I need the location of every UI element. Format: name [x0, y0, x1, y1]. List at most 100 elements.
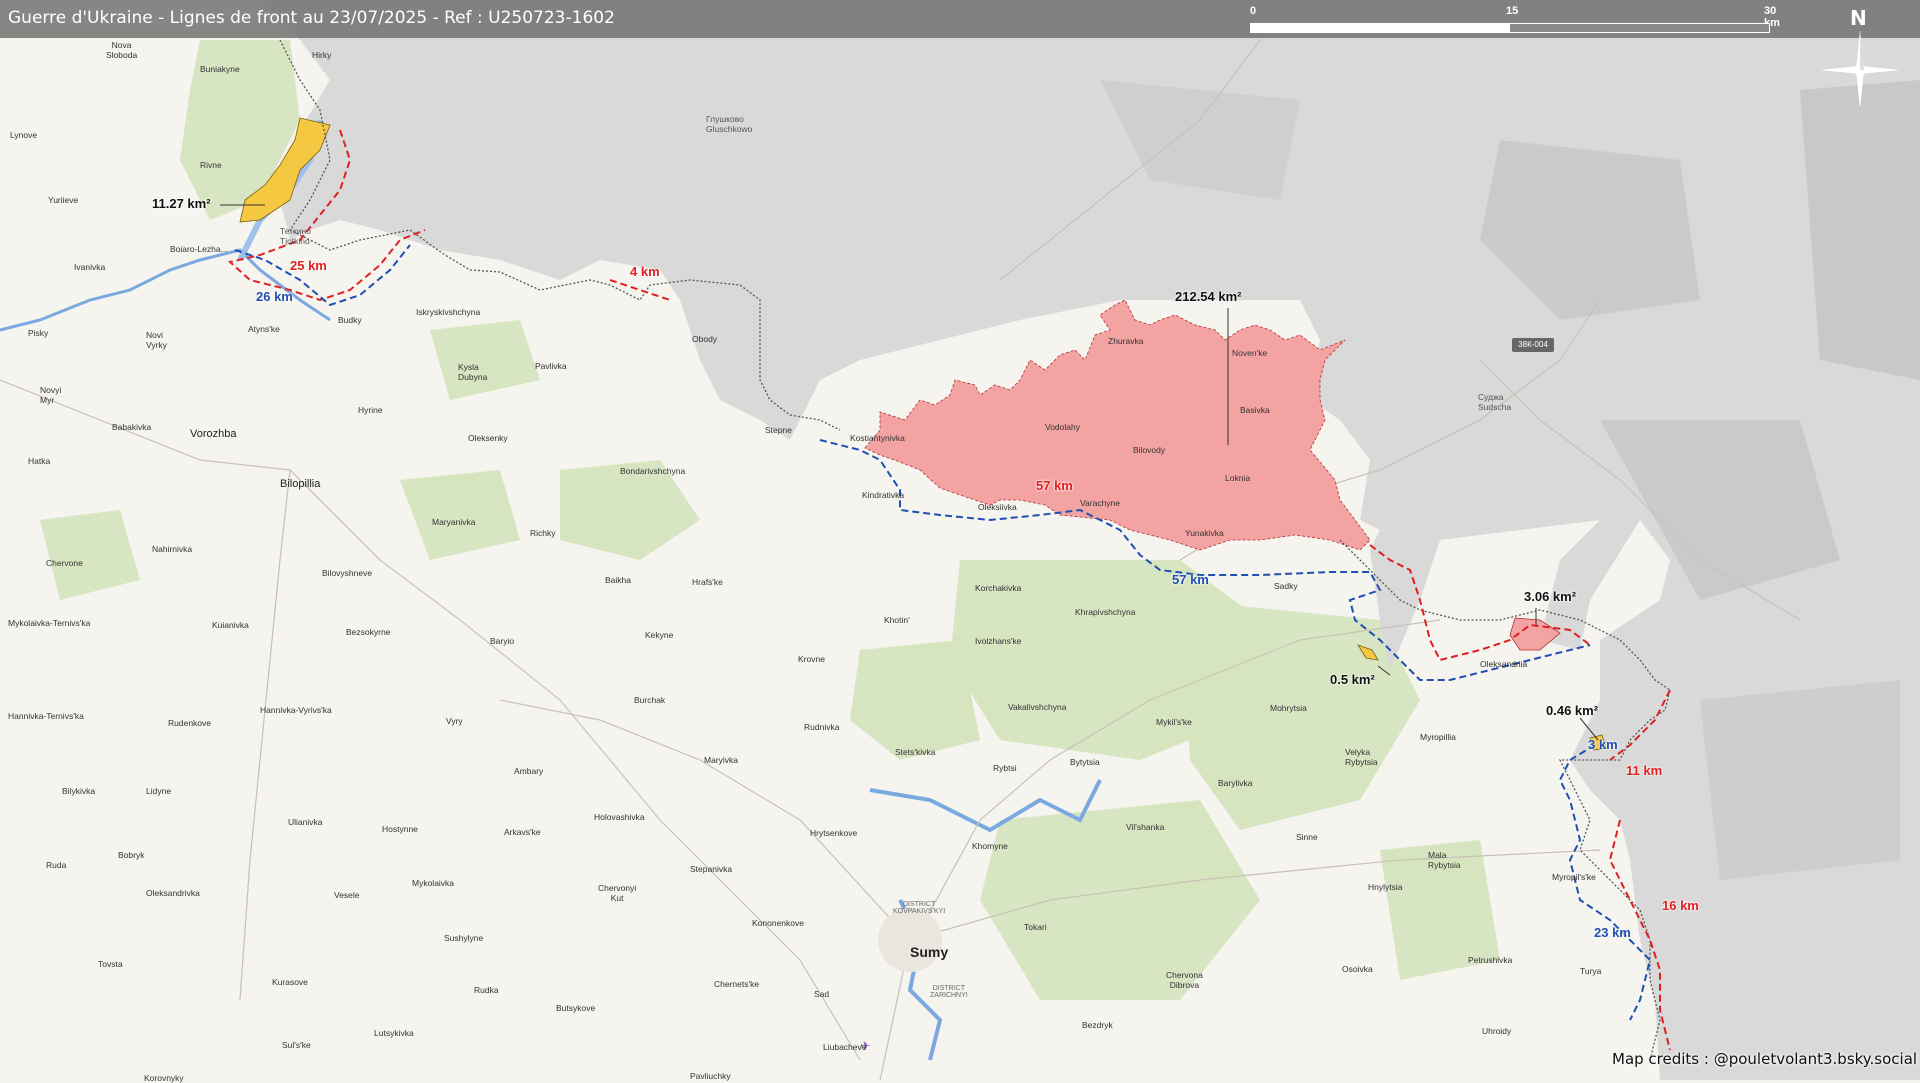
place-label: Obody [692, 334, 718, 344]
place-label: Hrytsenkove [810, 828, 858, 838]
map-canvas[interactable]: ✈ Nova Sloboda Hirky Buniakyne Lynove Ri… [0, 0, 1920, 1083]
district-label: DISTRICT ZARICHNYI [930, 985, 968, 999]
place-label: Kuianivka [212, 620, 249, 630]
place-label: Vyry [446, 716, 463, 726]
place-label: Tokari [1024, 922, 1047, 932]
place-label: Khotin' [884, 615, 910, 625]
sumy-urban-area [878, 908, 942, 972]
place-label: Zhuravka [1108, 336, 1144, 346]
distance-label: 26 km [256, 289, 293, 304]
distance-label: 11 km [1626, 763, 1663, 778]
place-label: Butsykove [556, 1003, 596, 1013]
place-label: Ulianivka [288, 817, 323, 827]
scale-label-0: 0 [1250, 5, 1257, 17]
place-label: Mykil's'ke [1156, 717, 1192, 727]
place-label: Ivanivka [74, 262, 106, 272]
place-label: Глушково Gluschkowo [706, 114, 753, 134]
place-label: Oleksiivka [978, 502, 1017, 512]
place-label: Hannivka-Vyrivs'ka [260, 705, 332, 715]
compass-rose-icon [1820, 30, 1900, 106]
distance-label: 16 km [1662, 898, 1699, 913]
place-label: Kononenkove [752, 918, 804, 928]
place-label: Novi Vyrky [146, 330, 167, 350]
place-label: Rudenkove [168, 718, 212, 728]
place-label: Rybtsi [993, 763, 1017, 773]
place-label: Kekyne [645, 630, 674, 640]
place-label: Chervona Dibrova [1166, 970, 1203, 990]
place-label: Korchakivka [975, 583, 1022, 593]
place-label: Kurasove [272, 977, 308, 987]
place-label: Rudka [474, 985, 499, 995]
place-label: Hrafs'ke [692, 577, 723, 587]
place-label: Varachyne [1080, 498, 1121, 508]
place-label: Lidyne [146, 786, 172, 796]
place-label: Atyns'ke [248, 324, 280, 334]
place-label: Khrapivshchyna [1075, 607, 1136, 617]
place-label: Ruda [46, 860, 67, 870]
place-label: Bezsokyrne [346, 627, 391, 637]
place-label: Stepne [765, 425, 792, 435]
distance-label: 3 km [1588, 737, 1618, 752]
place-label: Hirky [312, 50, 332, 60]
place-label: Теткино Tjotkino [280, 226, 311, 246]
place-label: Stepanivka [690, 864, 733, 874]
place-label: Vil'shanka [1126, 822, 1165, 832]
place-label: Chernets'ke [714, 979, 760, 989]
place-label: Richky [530, 528, 556, 538]
scale-outline [1250, 23, 1770, 33]
place-label: Bilovyshneve [322, 568, 373, 578]
place-label: Loknia [1225, 473, 1251, 483]
place-label: Nova Sloboda [106, 40, 138, 60]
place-label: Sul's'ke [282, 1040, 311, 1050]
map-credits: Map credits : @pouletvolant3.bsky.social [1612, 1050, 1918, 1068]
place-label: Oleksenky [468, 433, 508, 443]
area-label: 11.27 km² [152, 196, 211, 211]
place-label: Mala Rybytsia [1428, 850, 1461, 870]
place-label: Vodolahy [1045, 422, 1080, 432]
place-label: Osoivka [1342, 964, 1373, 974]
place-label: Lynove [10, 130, 38, 140]
place-label: Boiaro-Lezha... [170, 244, 228, 254]
place-label: Maryivka [704, 755, 739, 765]
place-label: Bobryk [118, 850, 145, 860]
distance-label: 23 km [1594, 925, 1631, 940]
area-label: 212.54 km² [1175, 289, 1242, 304]
place-label: Mykolaivka-Ternivs'ka [8, 618, 91, 628]
place-label: Hnylytsia [1368, 882, 1403, 892]
place-label: Oleksandriia [1480, 659, 1528, 669]
place-label: Ivolzhans'ke [975, 636, 1022, 646]
place-label: Ambary [514, 766, 544, 776]
place-label: Arkavs'ke [504, 827, 541, 837]
place-label: Babakivka [112, 422, 152, 432]
russia-forest [1700, 680, 1900, 880]
area-label: 3.06 km² [1524, 589, 1577, 604]
place-label: Liubacheve [823, 1042, 867, 1052]
place-label: Tovsta [98, 959, 123, 969]
place-label: Sad [814, 989, 830, 999]
place-label: Turya [1580, 966, 1602, 976]
place-label: Khomyne [972, 841, 1008, 851]
place-label: Barylivka [1218, 778, 1253, 788]
place-label: Lutsykivka [374, 1028, 414, 1038]
north-arrow: N [1820, 6, 1900, 106]
place-label: Holovashivka [594, 812, 645, 822]
place-label: Burchak [634, 695, 666, 705]
place-label: Yuriieve [48, 195, 79, 205]
place-label: Uhroidy [1482, 1026, 1512, 1036]
place-label: Hostynne [382, 824, 418, 834]
distance-label: 57 km [1172, 572, 1209, 587]
place-label: Yunakivka [1185, 528, 1224, 538]
map-header: Guerre d'Ukraine - Lignes de front au 23… [0, 0, 1920, 38]
place-label: Novyi Myr [40, 385, 62, 405]
place-label: Baryio [490, 636, 515, 646]
distance-label: 4 km [630, 264, 660, 279]
place-label: Hyrine [358, 405, 383, 415]
map-svg: ✈ [0, 0, 1920, 1080]
place-label: Sadky [1274, 581, 1298, 591]
place-label: Kostiantynivka [850, 433, 905, 443]
place-label: Korovnyky [144, 1073, 184, 1083]
city-label-sumy: Sumy [910, 944, 949, 960]
district-label: DISTRICT KOVPAKIVS'KYI [893, 901, 946, 915]
place-label: Hannivka-Ternivs'ka [8, 711, 84, 721]
place-label: Myropil's'ke [1552, 872, 1596, 882]
